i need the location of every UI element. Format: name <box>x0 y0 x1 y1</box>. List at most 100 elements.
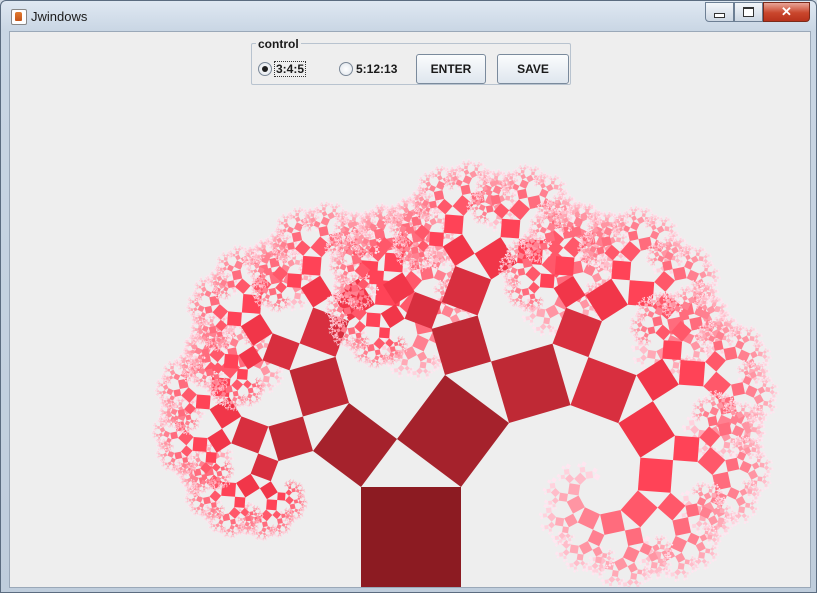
tree-square <box>261 538 263 540</box>
tree-square <box>230 258 232 260</box>
tree-square <box>179 431 181 433</box>
tree-square <box>196 491 198 493</box>
tree-square <box>220 452 226 458</box>
tree-square <box>300 499 302 501</box>
tree-square <box>212 530 214 532</box>
tree-square <box>179 476 181 478</box>
tree-square <box>162 375 164 377</box>
tree-square <box>192 471 194 473</box>
tree-square <box>302 226 305 228</box>
tree-square <box>233 409 235 411</box>
tree-square <box>306 504 308 506</box>
tree-square <box>296 516 299 519</box>
tree-square <box>257 403 259 405</box>
tree-square <box>216 264 219 267</box>
tree-square <box>183 368 186 371</box>
tree-square <box>232 468 235 471</box>
tree-square <box>301 484 303 486</box>
tree-square <box>187 346 189 348</box>
tree-square <box>154 424 158 428</box>
tree-square <box>185 475 187 477</box>
title-bar[interactable]: Jwindows ✕ <box>1 1 816 31</box>
tree-square <box>196 512 199 515</box>
close-button[interactable]: ✕ <box>763 2 810 22</box>
tree-square <box>181 371 183 373</box>
tree-square <box>261 389 264 391</box>
tree-square <box>286 307 288 309</box>
tree-square <box>295 520 297 522</box>
tree-square <box>300 503 305 507</box>
tree-square <box>190 501 194 504</box>
tree-square <box>287 242 295 250</box>
tree-square <box>198 422 200 424</box>
tree-square <box>247 254 251 258</box>
tree-square <box>197 418 201 422</box>
tree-square <box>177 476 180 478</box>
tree-square <box>265 303 267 305</box>
tree-square <box>288 235 292 239</box>
tree-square <box>288 214 290 216</box>
tree-square <box>190 316 192 318</box>
tree-square <box>163 399 167 403</box>
tree-square <box>230 537 232 539</box>
tree-square <box>169 470 171 472</box>
tree-square <box>257 525 259 527</box>
tree-square <box>255 395 259 399</box>
tree-square <box>294 517 296 519</box>
tree-square <box>211 391 213 393</box>
tree-square <box>293 518 295 520</box>
tree-square <box>206 483 209 486</box>
tree-square <box>161 414 163 416</box>
minimize-button[interactable] <box>705 2 734 22</box>
tree-square <box>198 493 200 495</box>
tree-square <box>192 451 194 453</box>
tree-square <box>186 400 188 403</box>
tree-square <box>210 398 212 400</box>
tree-square <box>257 527 259 529</box>
tree-square <box>234 246 236 249</box>
tree-square <box>237 534 239 536</box>
tree-square <box>157 452 161 456</box>
tree-square <box>268 309 271 311</box>
tree-square <box>237 401 239 403</box>
tree-square <box>348 216 350 218</box>
tree-square <box>279 377 282 380</box>
tree-square <box>211 337 213 339</box>
tree-square <box>193 292 195 294</box>
tree-square <box>167 443 171 447</box>
tree-square <box>249 246 252 249</box>
tree-square <box>168 446 171 449</box>
tree-square <box>172 426 174 428</box>
tree-square <box>206 504 209 507</box>
tree-square <box>308 226 311 229</box>
tree-square <box>180 424 182 427</box>
tree-square <box>262 297 267 302</box>
tree-square <box>194 512 197 515</box>
tree-square <box>199 511 201 513</box>
tree-square <box>259 511 261 513</box>
tree-square <box>306 507 308 509</box>
tree-square <box>219 273 222 275</box>
tree-square <box>193 287 196 290</box>
tree-square <box>186 380 188 382</box>
tree-square <box>256 506 258 508</box>
tree-square <box>167 384 169 386</box>
tree-square <box>280 221 284 225</box>
maximize-button[interactable] <box>734 2 763 22</box>
tree-square <box>185 476 187 478</box>
tree-square <box>230 248 232 251</box>
tree-square <box>183 471 187 474</box>
tree-square <box>231 451 234 454</box>
tree-square <box>288 528 291 531</box>
tree-square <box>195 296 197 298</box>
tree-square <box>209 383 211 385</box>
tree-square <box>221 264 223 267</box>
tree-square <box>245 341 248 345</box>
tree-square <box>267 302 270 305</box>
tree-square <box>195 429 197 431</box>
tree-square <box>202 310 205 313</box>
tree-square <box>268 243 271 245</box>
tree-square <box>230 407 232 410</box>
tree-square <box>243 526 245 528</box>
tree-square <box>200 341 203 344</box>
